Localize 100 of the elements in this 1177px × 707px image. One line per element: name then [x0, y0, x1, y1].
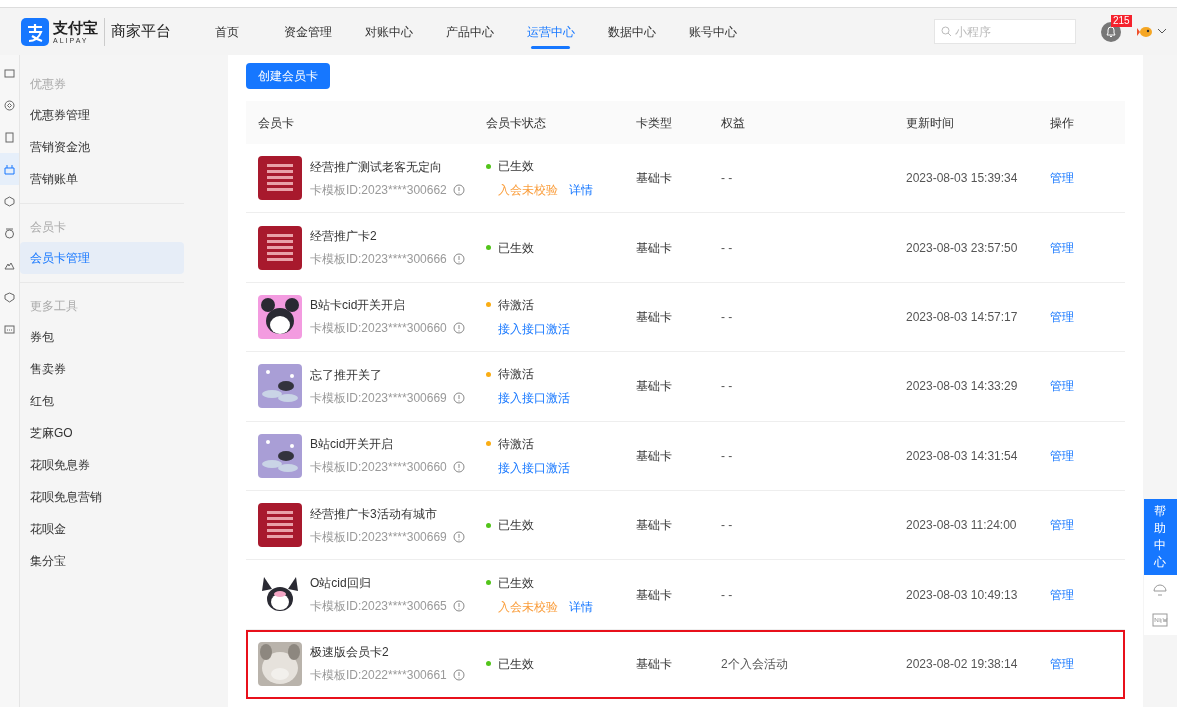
- status-label: 已生效: [498, 158, 534, 176]
- sidebar-item[interactable]: 券包: [20, 321, 184, 353]
- create-button[interactable]: 创建会员卡: [246, 63, 330, 89]
- sidebar-item[interactable]: 芝麻GO: [20, 417, 184, 449]
- table-cell-text: - -: [721, 586, 734, 604]
- column-header: 操作: [1050, 114, 1075, 132]
- document-icon: [4, 131, 15, 143]
- manage-link[interactable]: 管理: [1050, 377, 1074, 396]
- status-label: 已生效: [498, 655, 534, 673]
- link[interactable]: 接入接口激活: [498, 389, 570, 408]
- status-label: 待激活: [498, 435, 534, 453]
- manage-link[interactable]: 管理: [1050, 585, 1074, 604]
- manage-link[interactable]: 管理: [1050, 238, 1074, 257]
- table-cell-text: 2023-08-03 15:39:34: [906, 170, 1019, 188]
- nav-tab[interactable]: 数据中心: [591, 8, 672, 55]
- info-icon: [452, 530, 465, 543]
- info-icon: [452, 461, 465, 474]
- fish-avatar-icon: [1137, 24, 1153, 39]
- link[interactable]: 接入接口激活: [498, 319, 570, 338]
- nav-tab[interactable]: 产品中心: [429, 8, 510, 55]
- table-cell-text: 基础卡: [636, 170, 673, 188]
- sidebar-item[interactable]: 花呗金: [20, 513, 184, 545]
- column-header: 更新时间: [906, 114, 955, 132]
- logo-text: 支付宝: [53, 19, 98, 35]
- table-cell-text: - -: [721, 308, 734, 326]
- template-id: 卡模板ID:2023****300669: [310, 389, 447, 407]
- sidebar-item[interactable]: 营销账单: [20, 163, 184, 195]
- nav-tab[interactable]: 资金管理: [267, 8, 348, 55]
- table-cell-text: 基础卡: [636, 239, 673, 257]
- table-cell-text: 基础卡: [636, 586, 673, 604]
- headset-icon: [1152, 582, 1168, 598]
- status-label: 已生效: [498, 517, 534, 535]
- table-cell-text: 基础卡: [636, 655, 673, 673]
- manage-link[interactable]: 管理: [1050, 169, 1074, 188]
- gift-icon: [4, 163, 15, 175]
- compass-icon: [4, 99, 15, 111]
- template-id: 卡模板ID:2023****300660: [310, 459, 447, 477]
- card-name: B站卡cid开关开启: [310, 297, 407, 315]
- sidebar-item[interactable]: 会员卡管理: [20, 242, 184, 274]
- table-cell-text: - -: [721, 239, 734, 257]
- nav-tab[interactable]: 首页: [186, 8, 267, 55]
- table-cell-text: 2023-08-03 10:49:13: [906, 586, 1019, 604]
- sidebar-item[interactable]: 红包: [20, 385, 184, 417]
- template-id: 卡模板ID:2023****300669: [310, 528, 447, 546]
- search-field[interactable]: 小程序: [934, 19, 1076, 44]
- template-id: 卡模板ID:2023****300660: [310, 320, 447, 338]
- manage-link[interactable]: 管理: [1050, 446, 1074, 465]
- table-cell-text: 2023-08-03 11:24:00: [906, 517, 1018, 535]
- column-header: 卡类型: [636, 114, 673, 132]
- table-cell-text: 基础卡: [636, 447, 673, 465]
- info-icon: [452, 669, 465, 682]
- search-input[interactable]: 小程序: [955, 22, 1065, 41]
- help-center-button[interactable]: 帮助中心: [1143, 499, 1177, 575]
- sidebar-item[interactable]: 花呗免息营销: [20, 481, 184, 513]
- template-id: 卡模板ID:2022****300661: [310, 667, 447, 685]
- table-cell-text: 2023-08-03 23:57:50: [906, 239, 1019, 257]
- manage-link[interactable]: 管理: [1050, 654, 1074, 673]
- sidebar-item[interactable]: 集分宝: [20, 545, 184, 577]
- status-label: 待激活: [498, 296, 534, 314]
- card-name: 经营推广卡2: [310, 228, 378, 246]
- nav-tab[interactable]: 账号中心: [672, 8, 753, 55]
- info-icon: [452, 183, 465, 196]
- status-label: 待激活: [498, 366, 534, 384]
- card-name: B站cid开关开启: [310, 436, 395, 454]
- platform-title: 商家平台: [111, 21, 171, 42]
- notification-badge: 215: [1111, 14, 1132, 27]
- template-id: 卡模板ID:2023****300662: [310, 181, 447, 199]
- status-label: 已生效: [498, 239, 534, 257]
- alipay-logo-icon: [21, 17, 49, 46]
- nav-tab[interactable]: 对账中心: [348, 8, 429, 55]
- sidebar-item[interactable]: 售卖券: [20, 353, 184, 385]
- info-icon: [452, 322, 465, 335]
- card-name: 经营推广测试老客无定向: [310, 158, 443, 176]
- cube-icon: [4, 195, 15, 207]
- link[interactable]: 详情: [569, 181, 593, 200]
- table-cell-text: 基础卡: [636, 378, 673, 396]
- info-icon: [452, 253, 465, 266]
- new-badge-icon: [1152, 612, 1168, 628]
- column-header: 权益: [721, 114, 746, 132]
- sidebar-item[interactable]: 优惠券管理: [20, 99, 184, 131]
- table-cell-text: 2个入会活动: [721, 655, 789, 673]
- nav-tab[interactable]: 运营中心: [510, 8, 591, 55]
- link[interactable]: 接入接口激活: [498, 458, 570, 477]
- sidebar-item[interactable]: 营销资金池: [20, 131, 184, 163]
- target-icon: [4, 227, 15, 239]
- sidebar-item[interactable]: 花呗免息券: [20, 449, 184, 481]
- link[interactable]: 详情: [569, 597, 593, 616]
- manage-link[interactable]: 管理: [1050, 307, 1074, 326]
- template-id: 卡模板ID:2023****300666: [310, 251, 447, 269]
- table-cell-text: 2023-08-03 14:31:54: [906, 447, 1019, 465]
- table-cell-text: 2023-08-02 19:38:14: [906, 655, 1019, 673]
- info-icon: [452, 391, 465, 404]
- monitor-icon: [4, 67, 15, 79]
- table-cell-text: 2023-08-03 14:33:29: [906, 378, 1019, 396]
- table-cell-text: 2023-08-03 14:57:17: [906, 308, 1019, 326]
- manage-link[interactable]: 管理: [1050, 516, 1074, 535]
- sidebar-group-heading: 更多工具: [29, 298, 79, 315]
- sidebar-group-heading: 优惠券: [29, 76, 67, 93]
- column-header: 会员卡: [258, 114, 295, 132]
- card-name: 忘了推开关了: [310, 366, 383, 384]
